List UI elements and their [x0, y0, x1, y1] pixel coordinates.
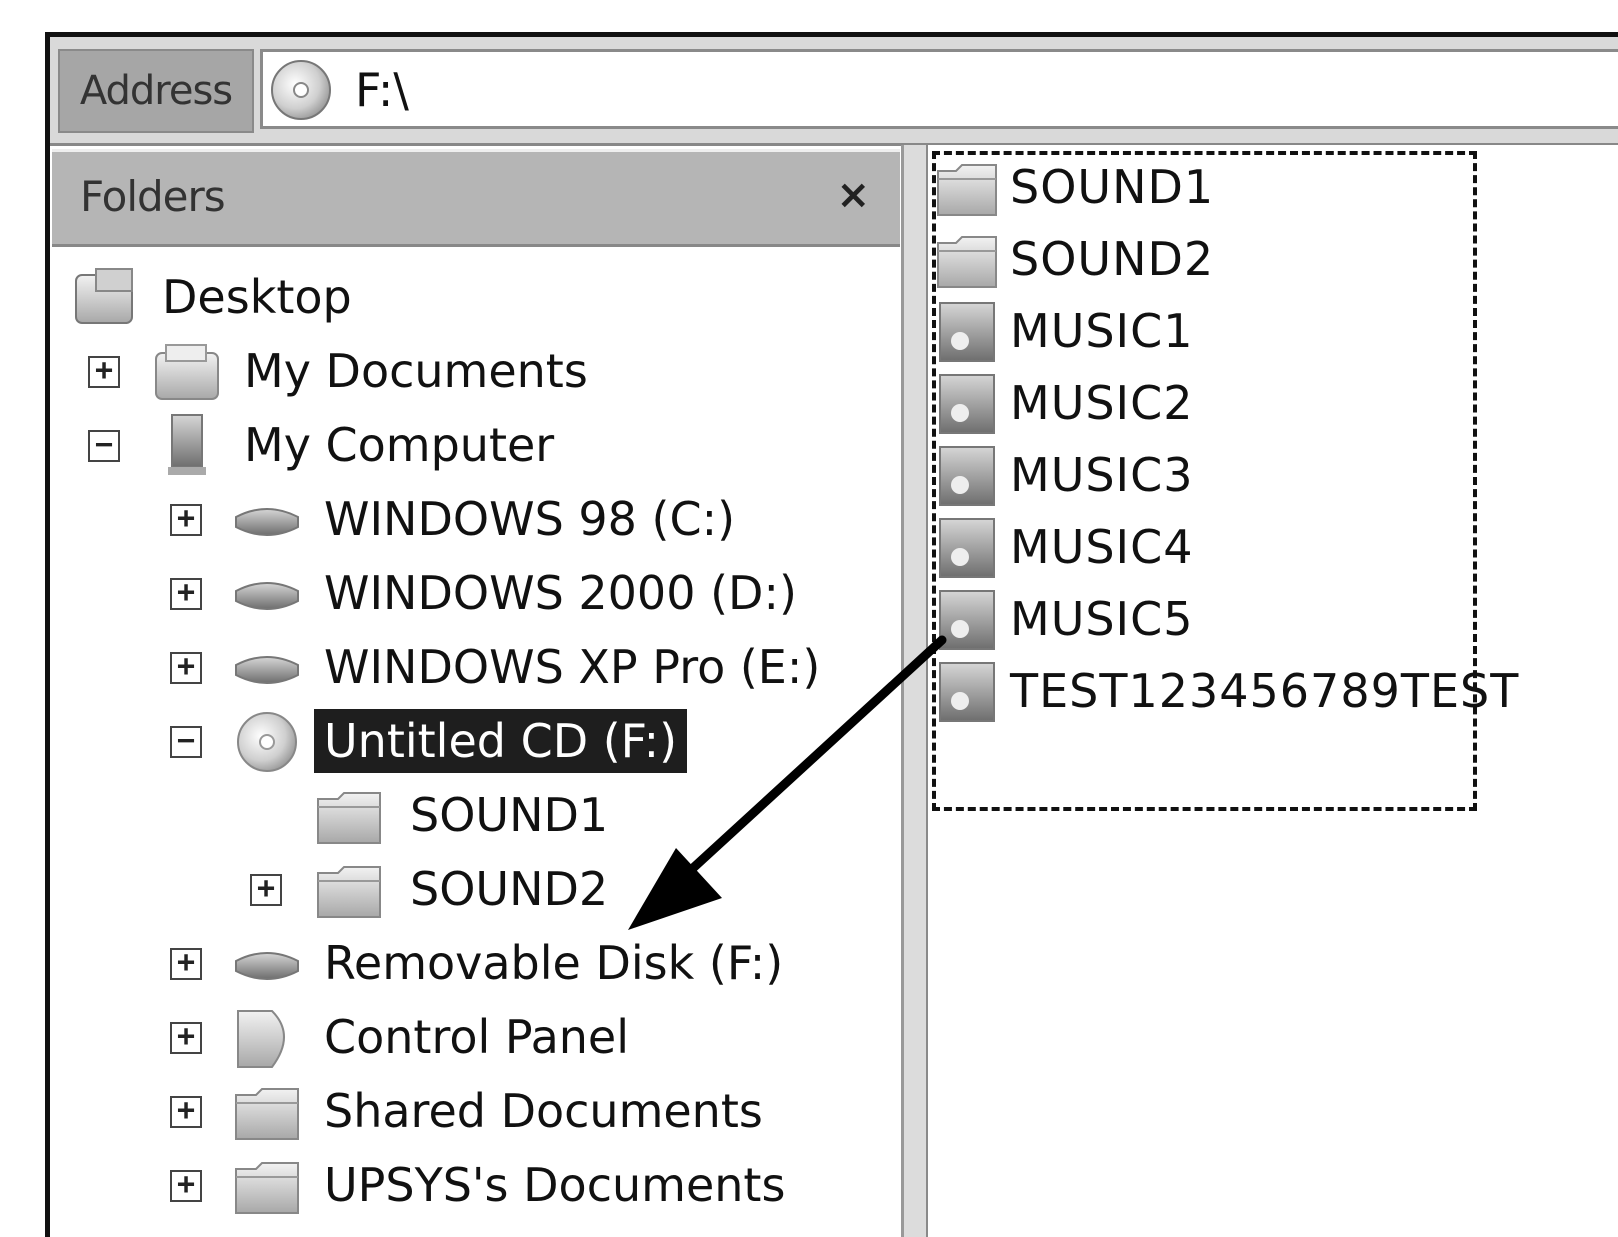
expand-icon[interactable]: +	[170, 948, 202, 980]
folder-icon	[937, 236, 997, 288]
expand-icon[interactable]: +	[170, 504, 202, 536]
tree-item-label: My Computer	[244, 418, 555, 472]
tree-item-label: UPSYS's Documents	[324, 1158, 786, 1212]
file-label: MUSIC1	[1010, 304, 1194, 358]
hard-drive-icon	[235, 656, 299, 684]
folders-title: Folders	[80, 172, 226, 221]
explorer-window: Address F:\ Folders × Desktop + My Docum…	[45, 32, 1618, 1237]
folders-pane: Folders × Desktop + My Documents − My Co…	[52, 149, 900, 1237]
expand-icon[interactable]: +	[170, 1096, 202, 1128]
file-item-music5[interactable]: MUSIC5	[934, 585, 1494, 655]
tree-item-label: WINDOWS XP Pro (E:)	[324, 640, 821, 694]
folder-icon	[235, 1088, 299, 1140]
tree-item-label: Shared Documents	[324, 1084, 763, 1138]
file-label: MUSIC3	[1010, 448, 1194, 502]
tree-item-label: SOUND1	[410, 788, 609, 842]
file-item-sound2[interactable]: SOUND2	[934, 225, 1494, 295]
pane-splitter[interactable]	[901, 145, 930, 1237]
expand-icon[interactable]: +	[250, 874, 282, 906]
desktop-icon	[75, 268, 133, 324]
removable-disk-icon	[235, 952, 299, 980]
file-label: SOUND2	[1010, 232, 1215, 286]
cd-drive-icon	[237, 712, 297, 772]
files-pane: SOUND1 SOUND2 MUSIC1 MUSIC2 MUSIC3 MUSIC…	[928, 145, 1618, 1237]
cd-drive-icon	[271, 60, 331, 120]
control-panel-icon	[237, 1010, 285, 1068]
tree-item-label: WINDOWS 2000 (D:)	[324, 566, 797, 620]
tree-item-label-selected: Untitled CD (F:)	[314, 709, 688, 773]
file-item-music4[interactable]: MUSIC4	[934, 513, 1494, 583]
file-item-sound1[interactable]: SOUND1	[934, 153, 1494, 223]
expand-icon[interactable]: +	[170, 652, 202, 684]
file-item-music1[interactable]: MUSIC1	[934, 297, 1494, 367]
folder-icon	[235, 1162, 299, 1214]
tree-item-label: SOUND2	[410, 862, 609, 916]
expand-icon[interactable]: +	[170, 1170, 202, 1202]
file-label: MUSIC4	[1010, 520, 1194, 574]
file-item-music2[interactable]: MUSIC2	[934, 369, 1494, 439]
audio-file-icon	[939, 662, 995, 722]
file-label: TEST123456789TEST	[1010, 664, 1520, 718]
audio-file-icon	[939, 518, 995, 578]
file-label: MUSIC2	[1010, 376, 1194, 430]
hard-drive-icon	[235, 582, 299, 610]
audio-file-icon	[939, 302, 995, 362]
expand-icon[interactable]: +	[170, 1022, 202, 1054]
my-computer-icon	[168, 414, 206, 475]
address-input[interactable]: F:\	[260, 49, 1618, 129]
file-label: SOUND1	[1010, 160, 1215, 214]
tree-item-label: Desktop	[162, 270, 352, 324]
address-label: Address	[58, 49, 254, 133]
close-icon[interactable]: ×	[836, 172, 870, 218]
collapse-icon[interactable]: −	[170, 726, 202, 758]
expand-icon[interactable]: +	[88, 356, 120, 388]
audio-file-icon	[939, 446, 995, 506]
audio-file-icon	[939, 374, 995, 434]
address-value: F:\	[355, 63, 409, 117]
my-documents-icon	[155, 344, 219, 400]
folders-header: Folders ×	[52, 149, 900, 247]
tree-item-label: WINDOWS 98 (C:)	[324, 492, 736, 546]
hard-drive-icon	[235, 508, 299, 536]
collapse-icon[interactable]: −	[88, 430, 120, 462]
folder-icon	[317, 866, 381, 918]
tree-item-label: My Documents	[244, 344, 588, 398]
expand-icon[interactable]: +	[170, 578, 202, 610]
tree-item-label: Removable Disk (F:)	[324, 936, 784, 990]
tree-item-label: Control Panel	[324, 1010, 629, 1064]
folder-icon	[937, 164, 997, 216]
file-item-music3[interactable]: MUSIC3	[934, 441, 1494, 511]
audio-file-icon	[939, 590, 995, 650]
file-label: MUSIC5	[1010, 592, 1194, 646]
folder-icon	[317, 792, 381, 844]
address-bar: Address F:\	[50, 37, 1618, 146]
file-item-test[interactable]: TEST123456789TEST	[934, 657, 1518, 727]
